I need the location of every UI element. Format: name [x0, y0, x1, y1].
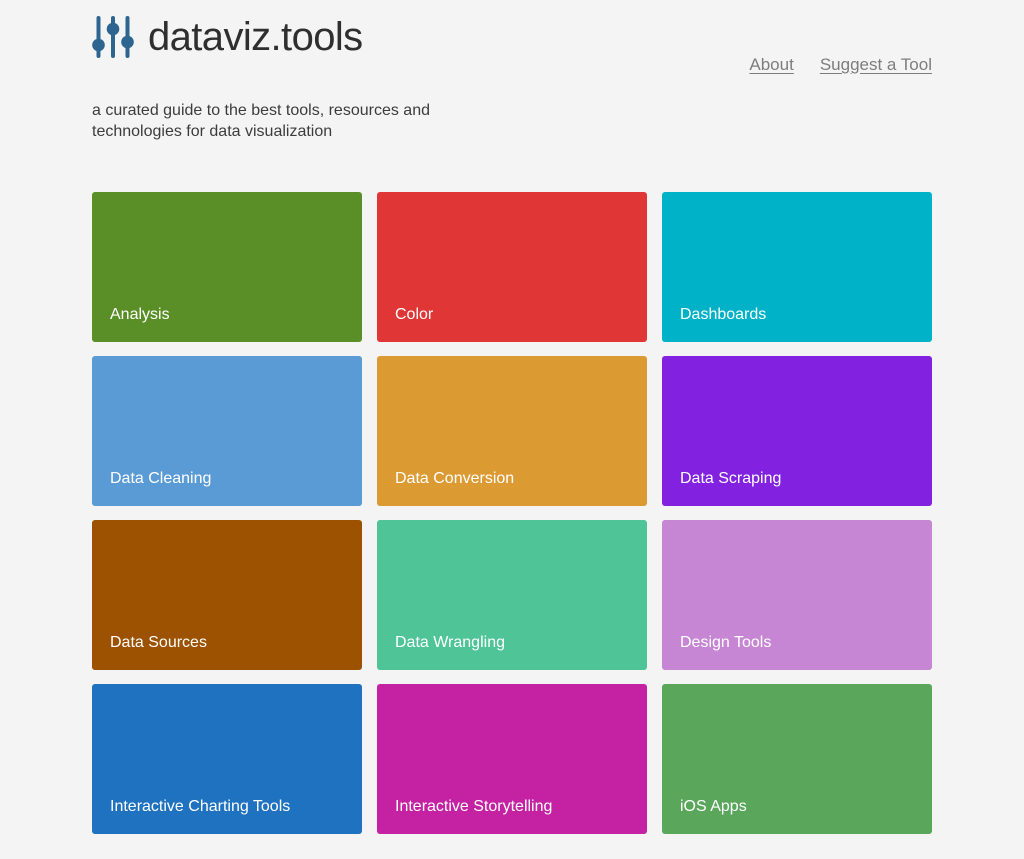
- site-tagline: a curated guide to the best tools, resou…: [92, 102, 430, 140]
- category-tile-label: Data Wrangling: [395, 634, 505, 651]
- category-tile[interactable]: Data Wrangling: [377, 520, 647, 670]
- category-tile[interactable]: Data Scraping: [662, 356, 932, 506]
- category-tile-label: Interactive Charting Tools: [110, 798, 291, 815]
- category-tile-label: iOS Apps: [680, 798, 747, 815]
- category-tile-label: Design Tools: [680, 634, 772, 651]
- category-tile[interactable]: Interactive Charting Tools: [92, 684, 362, 834]
- category-tile[interactable]: Interactive Storytelling: [377, 684, 647, 834]
- category-tile-label: Data Cleaning: [110, 470, 212, 487]
- category-tile[interactable]: Design Tools: [662, 520, 932, 670]
- category-tile[interactable]: Data Cleaning: [92, 356, 362, 506]
- site-title: dataviz.tools: [148, 15, 363, 59]
- category-tile-label: Data Conversion: [395, 470, 515, 487]
- category-tile[interactable]: Color: [377, 192, 647, 342]
- category-tile-label: Analysis: [110, 306, 170, 323]
- category-tile[interactable]: Data Conversion: [377, 356, 647, 506]
- category-grid: Analysis Color Dashboards Data Cleaning …: [92, 192, 932, 834]
- sliders-icon: [92, 16, 134, 58]
- category-tile-label: Data Scraping: [680, 470, 782, 487]
- site-header: dataviz.tools About Suggest a Tool: [0, 0, 1024, 92]
- category-tile-label: Interactive Storytelling: [395, 798, 553, 815]
- category-tile[interactable]: iOS Apps: [662, 684, 932, 834]
- category-tile[interactable]: Dashboards: [662, 192, 932, 342]
- main-nav: About Suggest a Tool: [749, 54, 932, 76]
- category-tile-label: Dashboards: [680, 306, 767, 323]
- nav-link-suggest-a-tool[interactable]: Suggest a Tool: [820, 54, 932, 76]
- category-tile-label: Color: [395, 306, 434, 323]
- page-root: dataviz.tools About Suggest a Tool a cur…: [0, 0, 1024, 859]
- category-tile-label: Data Sources: [110, 634, 207, 651]
- nav-link-about[interactable]: About: [749, 54, 793, 76]
- category-tile[interactable]: Data Sources: [92, 520, 362, 670]
- category-tile[interactable]: Analysis: [92, 192, 362, 342]
